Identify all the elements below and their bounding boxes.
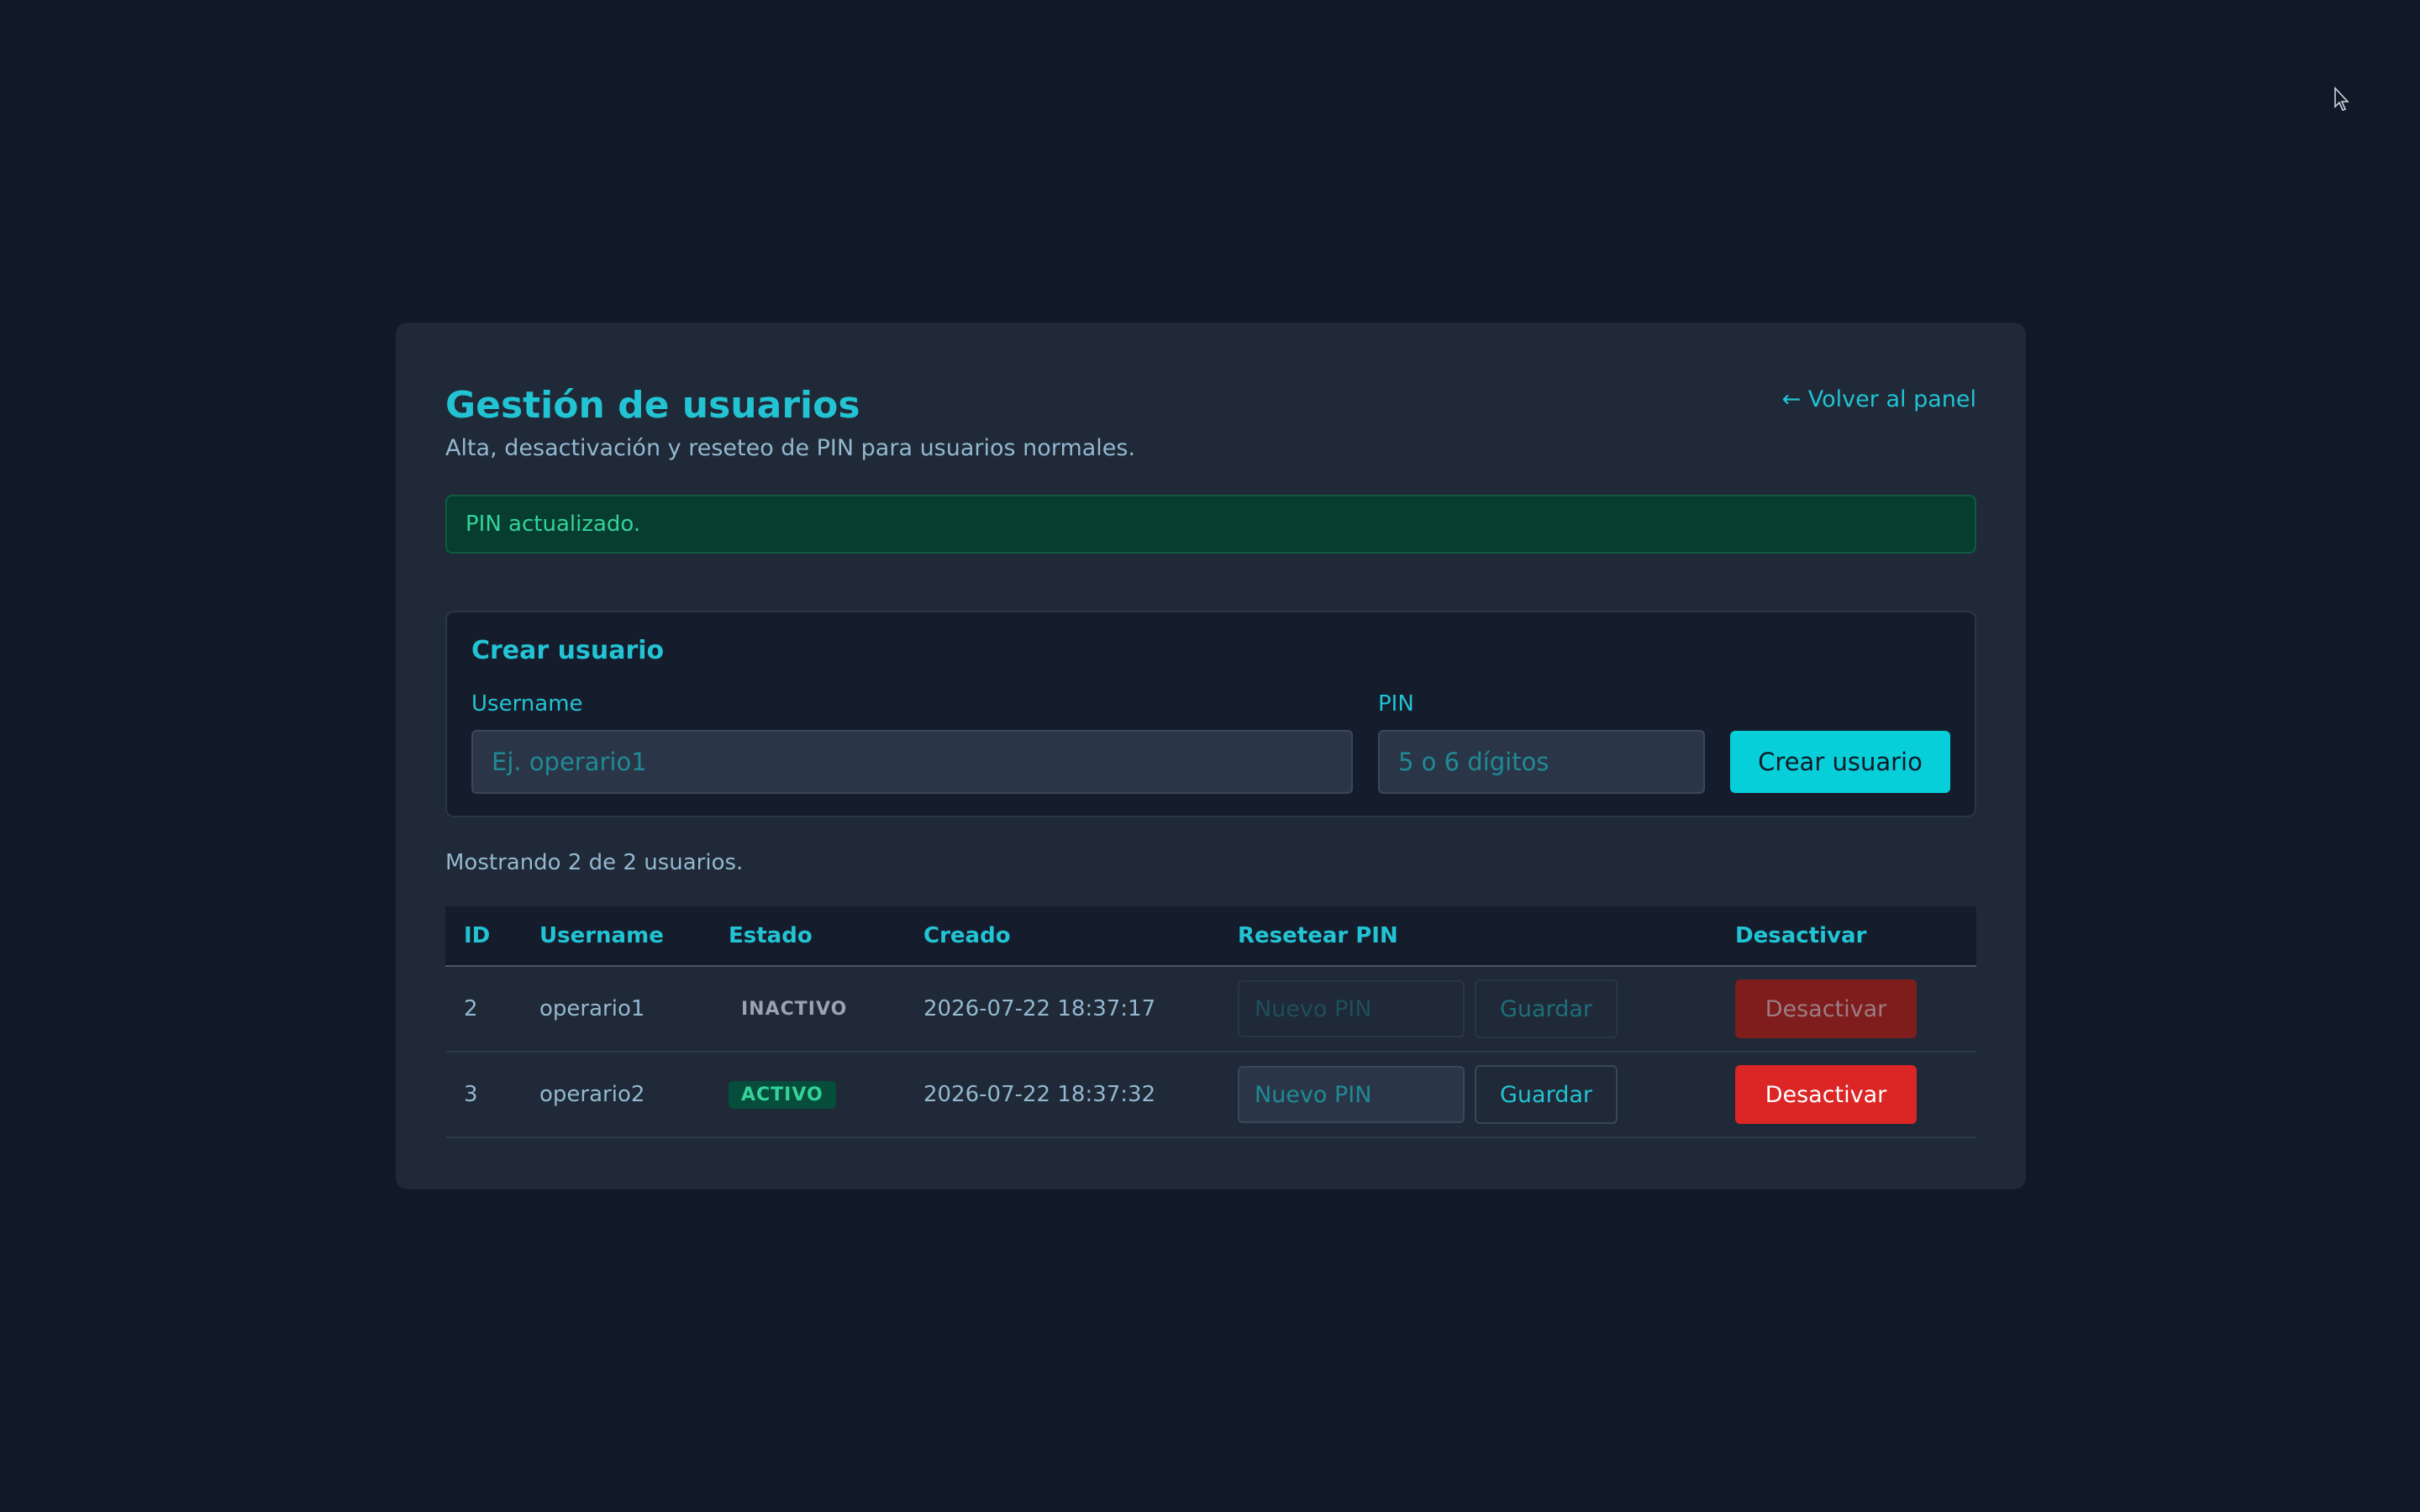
- users-table: ID Username Estado Creado Resetear PIN D…: [445, 906, 1976, 1138]
- table-header-row: ID Username Estado Creado Resetear PIN D…: [445, 906, 1976, 967]
- column-header-reset-pin: Resetear PIN: [1219, 906, 1717, 967]
- username-input[interactable]: [471, 730, 1353, 794]
- status-badge: INACTIVO: [741, 998, 848, 1020]
- pin-input[interactable]: [1378, 730, 1705, 794]
- pin-label: PIN: [1378, 691, 1414, 717]
- user-created: 2026-07-22 18:37:32: [905, 1052, 1219, 1138]
- user-username: operario2: [521, 1052, 710, 1138]
- save-pin-button[interactable]: Guardar: [1475, 979, 1618, 1038]
- column-header-id: ID: [445, 906, 521, 967]
- success-alert: PIN actualizado.: [445, 495, 1976, 554]
- user-count-text: Mostrando 2 de 2 usuarios.: [445, 850, 744, 875]
- create-user-title: Crear usuario: [471, 636, 665, 665]
- status-badge: ACTIVO: [729, 1080, 836, 1109]
- column-header-deactivate: Desactivar: [1717, 906, 1976, 967]
- table-row: 3 operario2 ACTIVO 2026-07-22 18:37:32 G…: [445, 1052, 1976, 1138]
- table-row: 2 operario1 INACTIVO 2026-07-22 18:37:17…: [445, 966, 1976, 1053]
- mouse-cursor-icon: [2334, 87, 2349, 111]
- new-pin-input[interactable]: [1238, 980, 1465, 1037]
- user-username: operario1: [521, 966, 710, 1053]
- column-header-created: Creado: [905, 906, 1219, 967]
- user-id: 3: [445, 1052, 521, 1138]
- deactivate-button[interactable]: Desactivar: [1735, 1065, 1917, 1124]
- save-pin-button[interactable]: Guardar: [1475, 1065, 1618, 1124]
- page-title: Gestión de usuarios: [445, 384, 860, 427]
- page-subtitle: Alta, desactivación y reseteo de PIN par…: [445, 435, 1136, 461]
- page-header: Gestión de usuarios Alta, desactivación …: [445, 371, 1976, 465]
- new-pin-input[interactable]: [1238, 1066, 1465, 1123]
- create-user-panel: Crear usuario Username PIN Crear usuario: [445, 611, 1976, 817]
- user-created: 2026-07-22 18:37:17: [905, 966, 1219, 1053]
- user-management-card: Gestión de usuarios Alta, desactivación …: [396, 323, 2026, 1189]
- back-to-panel-link[interactable]: ← Volver al panel: [1782, 385, 1976, 415]
- column-header-username: Username: [521, 906, 710, 967]
- username-label: Username: [471, 691, 583, 717]
- user-id: 2: [445, 966, 521, 1053]
- create-user-button[interactable]: Crear usuario: [1730, 731, 1950, 793]
- deactivate-button[interactable]: Desactivar: [1735, 979, 1917, 1038]
- column-header-status: Estado: [710, 906, 905, 967]
